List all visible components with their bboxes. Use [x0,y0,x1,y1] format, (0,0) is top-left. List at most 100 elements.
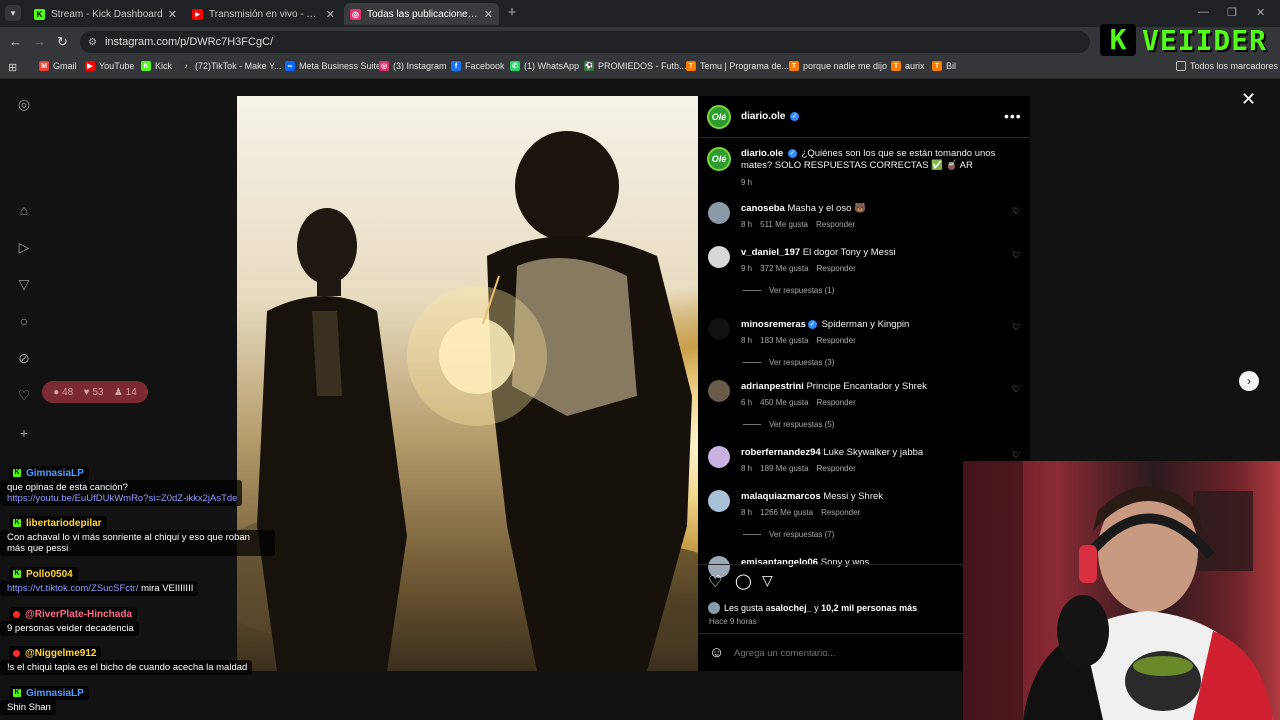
comment-likes[interactable]: 450 Me gusta [760,398,808,407]
more-options-icon[interactable]: ••• [1004,108,1022,124]
reply-button[interactable]: Responder [821,508,860,517]
view-replies-button[interactable]: Ver respuestas (7) [743,530,834,539]
forward-arrow-icon[interactable]: → [33,34,46,49]
close-modal-icon[interactable]: ✕ [1241,89,1256,110]
view-replies-button[interactable]: Ver respuestas (5) [743,420,834,429]
comment-likes[interactable]: 189 Me gusta [760,464,808,473]
commenter-avatar[interactable] [708,380,730,402]
comment-likes[interactable]: 183 Me gusta [760,336,808,345]
author-username[interactable]: diario.ole [741,111,785,122]
restore-icon[interactable]: ❐ [1227,6,1237,19]
bookmark-item[interactable]: Tporque nadie me dijo [789,61,887,71]
reload-icon[interactable]: ↻ [57,34,68,50]
commenter-username[interactable]: canoseba [741,203,785,214]
emoji-icon[interactable]: ☺ [709,644,724,661]
bookmark-item[interactable]: ✆ (1) WhatsApp [510,61,579,71]
add-comment-input[interactable] [734,646,994,660]
reply-button[interactable]: Responder [817,336,856,345]
bookmark-item[interactable]: f Facebook [451,61,505,71]
commenter-avatar[interactable] [708,318,730,340]
tab-search-button[interactable]: ▾ [5,5,21,21]
comment-like-heart-icon[interactable]: ♡ [1012,450,1020,461]
apps-grid-icon[interactable]: ⊞ [8,61,17,74]
tab-instagram[interactable]: ◎ Todas las publicaciones • Instag ✕ [344,3,499,25]
chat-username[interactable]: @RiverPlate-Hinchada [9,607,138,621]
bookmark-item[interactable]: K Kick [141,61,172,71]
view-replies-button[interactable]: Ver respuestas (3) [743,358,834,367]
close-tab-icon[interactable]: ✕ [326,8,335,21]
notifications-heart-icon[interactable]: ♡ [16,387,32,403]
bookmark-item[interactable]: T Bil [932,61,956,71]
site-info-icon[interactable]: ⚙ [88,37,97,48]
notifications-pill[interactable]: ● 48 ♥ 53 ♟ 14 [42,381,148,403]
chat-username[interactable]: K GimnasiaLP [9,686,89,700]
view-replies-button[interactable]: Ver respuestas (1) [743,286,834,295]
bookmark-item[interactable]: ∞ Meta Business Suite [285,61,381,71]
chat-link[interactable]: https://vt.tiktok.com/ZSucSFctr/ [7,583,138,594]
home-icon[interactable]: ⌂ [16,202,32,218]
caption-avatar[interactable]: Olé [707,147,731,171]
reply-button[interactable]: Responder [817,264,856,273]
comment-like-heart-icon[interactable]: ♡ [1012,250,1020,261]
liker-username[interactable]: salochej_ [771,603,812,613]
chat-username[interactable]: K GimnasiaLP [9,466,89,480]
caption-username[interactable]: diario.ole [741,148,783,159]
next-post-arrow-icon[interactable]: › [1239,371,1259,391]
chat-link[interactable]: https://youtu.be/EuUfDUkWmRo?si=Z0dZ-ikk… [7,493,237,504]
back-arrow-icon[interactable]: ← [9,34,22,49]
comment-likes[interactable]: 1266 Me gusta [760,508,813,517]
commenter-avatar[interactable] [708,246,730,268]
reply-button[interactable]: Responder [816,220,855,229]
commenter-username[interactable]: malaquiazmarcos [741,491,821,502]
replies-line [743,534,761,536]
commenter-avatar[interactable] [708,490,730,512]
tab-youtube-live[interactable]: ▶ Transmisión en vivo - YouTube ✕ [186,3,341,25]
create-plus-icon[interactable]: + [16,425,32,441]
bookmark-item[interactable]: ▶ YouTube [85,61,134,71]
new-tab-button[interactable]: + [504,5,520,21]
commenter-username[interactable]: minosremeras [741,319,806,330]
close-tab-icon[interactable]: ✕ [168,8,177,21]
comment-like-heart-icon[interactable]: ♡ [1012,384,1020,395]
bookmark-item[interactable]: ⚽ PROMIEDOS - Futb... [584,61,687,71]
commenter-username[interactable]: roberfernandez94 [741,447,821,458]
url-input[interactable]: ⚙ instagram.com/p/DWRc7H3FCgC/ [80,31,1090,53]
reels-icon[interactable]: ▷ [16,239,32,255]
instagram-logo-icon[interactable]: ◎ [16,96,32,112]
comment-body: Spiderman y Kingpin [821,319,910,330]
chat-username[interactable]: K Pollo0504 [9,567,78,581]
comment-like-heart-icon[interactable]: ♡ [1012,322,1020,333]
bookmark-item[interactable]: ♪ (72)TikTok - Make Y... [181,61,281,71]
messages-icon[interactable]: ▽ [16,276,32,292]
comment-bubble-icon[interactable]: ◯ [735,572,752,590]
reply-button[interactable]: Responder [817,464,856,473]
all-bookmarks-button[interactable]: Todos los marcadores [1176,61,1278,71]
minimize-icon[interactable]: — [1198,6,1209,18]
bookmark-item[interactable]: T Temu | Programa de... [686,61,789,71]
explore-icon[interactable]: ⊘ [16,350,32,366]
search-icon[interactable]: ○ [16,313,32,329]
commenter-avatar[interactable] [708,202,730,224]
commenter-avatar[interactable] [708,446,730,468]
likes-count[interactable]: 10,2 mil personas más [821,603,917,613]
author-avatar[interactable]: Olé [707,105,731,129]
comment-like-heart-icon[interactable]: ♡ [1012,206,1020,217]
commenter-username[interactable]: v_daniel_197 [741,247,800,258]
likes-summary[interactable]: Les gusta a salochej_ y 10,2 mil persona… [708,602,917,614]
author-header[interactable]: diario.ole ✓ [741,111,801,122]
bookmark-item[interactable]: ◎ (3) Instagram [379,61,447,71]
bookmark-item[interactable]: M Gmail [39,61,77,71]
comment-likes[interactable]: 511 Me gusta [760,220,808,229]
window-close-icon[interactable]: ✕ [1256,6,1265,19]
like-heart-icon[interactable]: ♡ [708,572,722,592]
commenter-username[interactable]: emisantangelo06 [741,557,818,568]
chat-username[interactable]: Klibertariodepilar [9,516,107,530]
commenter-username[interactable]: adrianpestrini [741,381,804,392]
bookmark-item[interactable]: Taurix [891,61,925,71]
tab-kick-dashboard[interactable]: K Stream - Kick Dashboard ✕ [28,3,183,25]
comment-likes[interactable]: 372 Me gusta [760,264,808,273]
close-tab-icon[interactable]: ✕ [484,8,493,21]
share-send-icon[interactable]: ▽ [762,572,773,589]
reply-button[interactable]: Responder [817,398,856,407]
chat-username[interactable]: @Niggelme912 [9,646,102,660]
